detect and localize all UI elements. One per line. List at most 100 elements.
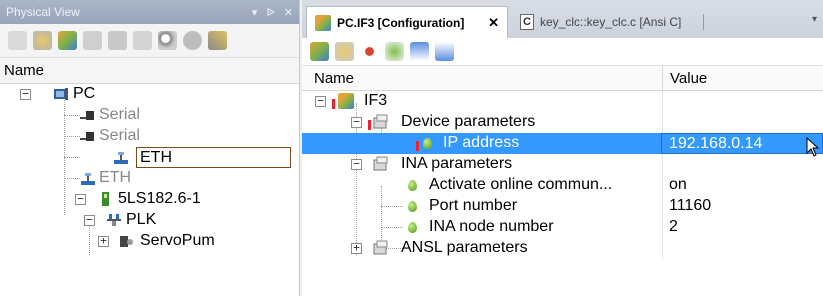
- tree-node-label: Serial: [99, 106, 140, 123]
- parameter-group-icon: [373, 156, 389, 172]
- property-value[interactable]: 11160: [669, 197, 711, 215]
- plc-icon[interactable]: [108, 31, 127, 50]
- leaf-parameter-icon: [408, 222, 417, 233]
- close-icon[interactable]: ✕: [284, 6, 293, 19]
- module-icon: [98, 191, 114, 207]
- configuration-editor: PC.IF3 [Configuration] ✕ C key_clc::key_…: [302, 0, 823, 296]
- ethernet-icon: [80, 171, 96, 187]
- sort-ascending-icon[interactable]: [410, 42, 429, 61]
- tab-overflow-icon[interactable]: ▾: [812, 14, 817, 25]
- network-icon: [106, 212, 122, 228]
- open-icon[interactable]: [8, 31, 27, 50]
- property-label: IF3: [364, 92, 388, 109]
- dropdown-icon[interactable]: ▾: [252, 6, 258, 19]
- close-tab-icon[interactable]: ✕: [488, 15, 499, 31]
- name-column-header[interactable]: Name: [314, 70, 354, 87]
- tree-node-label: ServoPum: [140, 232, 215, 249]
- property-grid-header: Name Value: [302, 66, 823, 91]
- serial-port-icon: [80, 129, 96, 145]
- rename-input[interactable]: ETH: [136, 147, 291, 168]
- tab-separator: [703, 14, 704, 30]
- changed-marker-icon: [416, 141, 419, 151]
- configuration-icon[interactable]: [58, 31, 77, 50]
- property-label: Device parameters: [401, 113, 536, 130]
- panel-title: Physical View: [6, 5, 80, 19]
- collapse-icon[interactable]: −: [84, 214, 95, 226]
- name-column-header[interactable]: Name: [0, 58, 299, 84]
- property-label: Activate online commun...: [429, 176, 613, 193]
- properties-icon[interactable]: [33, 31, 52, 50]
- collapse-icon[interactable]: −: [75, 193, 86, 205]
- editor-tab-bar: PC.IF3 [Configuration] ✕ C key_clc::key_…: [302, 0, 823, 38]
- expand-icon[interactable]: +: [351, 242, 362, 254]
- panel-controls[interactable]: ▾ ᐉ ✕: [252, 6, 293, 19]
- ethernet-icon: [113, 150, 129, 166]
- tree-node-serial[interactable]: Serial: [0, 105, 299, 126]
- panel-title-bar: Physical View ▾ ᐉ ✕: [0, 0, 299, 24]
- tree-node-serial[interactable]: Serial: [0, 126, 299, 147]
- module-icon[interactable]: [133, 31, 152, 50]
- property-row-ansl-parameters[interactable]: + ANSL parameters: [302, 238, 823, 259]
- tab-label: key_clc::key_clc.c [Ansi C]: [540, 15, 682, 29]
- property-label: IP address: [443, 134, 520, 151]
- property-row-if3[interactable]: − IF3: [302, 91, 823, 112]
- property-value[interactable]: on: [669, 176, 687, 194]
- tree-node-label: ETH: [99, 169, 131, 186]
- property-row-device-parameters[interactable]: − Device parameters: [302, 112, 823, 133]
- tree-node-label: PLK: [126, 211, 157, 228]
- leaf-parameter-icon: [408, 201, 417, 212]
- tree-node-pc[interactable]: − PC: [0, 84, 299, 105]
- collapse-icon[interactable]: −: [315, 95, 326, 107]
- collapse-icon[interactable]: −: [351, 158, 362, 170]
- changed-marker-icon: [332, 99, 335, 109]
- leaf-icon[interactable]: [385, 42, 404, 61]
- tab-source-file[interactable]: C key_clc::key_clc.c [Ansi C]: [512, 6, 710, 38]
- hardware-icon[interactable]: [335, 42, 354, 61]
- sort-descending-icon[interactable]: [435, 42, 454, 61]
- changed-marker-icon: [368, 120, 371, 130]
- tab-label: PC.IF3 [Configuration]: [337, 15, 465, 30]
- serial-port-icon: [80, 108, 96, 124]
- collapse-icon[interactable]: −: [351, 116, 362, 128]
- interface-icon: [338, 93, 354, 109]
- tree-node-label: Serial: [99, 127, 140, 144]
- c-file-icon: C: [520, 14, 534, 30]
- collapse-icon[interactable]: −: [20, 88, 31, 100]
- configuration-icon[interactable]: [310, 42, 329, 61]
- physical-view-panel: Physical View ▾ ᐉ ✕ Name − PC Serial Ser…: [0, 0, 300, 296]
- tab-configuration[interactable]: PC.IF3 [Configuration] ✕: [306, 6, 508, 38]
- tree-node-module[interactable]: − 5LS182.6-1: [0, 189, 299, 210]
- search-icon[interactable]: [158, 31, 177, 50]
- pc-icon: [53, 86, 69, 102]
- property-row-ina-node-number[interactable]: INA node number 2: [302, 217, 823, 238]
- property-label: Port number: [429, 197, 518, 214]
- settings-icon[interactable]: [183, 31, 202, 50]
- property-row-ina-parameters[interactable]: − INA parameters: [302, 154, 823, 175]
- tree-node-servo[interactable]: + ServoPum: [0, 231, 299, 252]
- configuration-toolbar: [302, 38, 823, 66]
- property-label: ANSL parameters: [401, 239, 528, 256]
- physical-view-toolbar: [0, 24, 299, 58]
- property-label: INA parameters: [401, 155, 513, 172]
- ip-address-value-field[interactable]: 192.168.0.14: [661, 133, 823, 157]
- configuration-icon: [315, 14, 331, 31]
- navigate-icon[interactable]: [360, 42, 379, 61]
- tree-node-label: PC: [73, 85, 96, 102]
- network-icon[interactable]: [83, 31, 102, 50]
- value-column-header[interactable]: Value: [662, 66, 707, 91]
- property-row-ip-address[interactable]: IP address 192.168.0.14: [302, 133, 823, 157]
- pin-icon[interactable]: ᐉ: [266, 6, 274, 19]
- tree-node-eth[interactable]: ETH: [0, 168, 299, 189]
- tree-node-label: 5LS182.6-1: [118, 190, 201, 207]
- tree-node-plk[interactable]: − PLK: [0, 210, 299, 231]
- parameter-group-icon: [373, 240, 389, 256]
- servo-drive-icon: [118, 233, 134, 249]
- property-row-port-number[interactable]: Port number 11160: [302, 196, 823, 217]
- expand-icon[interactable]: +: [98, 235, 109, 247]
- property-value[interactable]: 2: [669, 218, 678, 236]
- property-row-activate-online[interactable]: Activate online commun... on: [302, 175, 823, 196]
- tree-node-eth[interactable]: ETH: [0, 147, 299, 168]
- leaf-parameter-icon: [423, 138, 432, 149]
- tools-icon[interactable]: [208, 31, 227, 50]
- property-label: INA node number: [429, 218, 554, 235]
